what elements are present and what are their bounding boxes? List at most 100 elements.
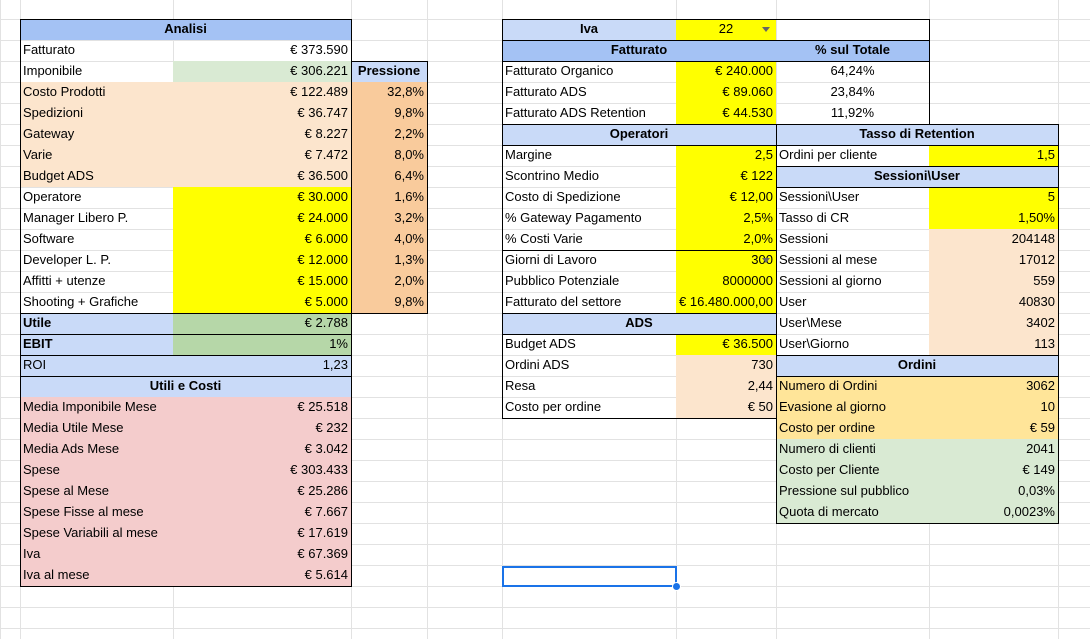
ads-label[interactable]: Costo per ordine [502,397,676,418]
operatori-header[interactable]: Operatori [502,124,776,145]
utili-costi-label[interactable]: Spese al Mese [20,481,173,502]
pressione-value[interactable]: 8,0% [351,145,427,166]
operatori-label[interactable]: Margine [502,145,676,166]
analisi-label[interactable]: Spedizioni [20,103,173,124]
operatori-value[interactable]: 2,5 [676,145,776,166]
giorni-dropdown[interactable]: 300 [676,250,776,271]
utili-costi-value[interactable]: € 67.369 [173,544,351,565]
analisi-label[interactable]: EBIT [20,334,173,355]
analisi-value[interactable]: € 36.500 [173,166,351,187]
iva-dropdown[interactable]: 22 [676,19,776,40]
operatori-label[interactable]: Giorni di Lavoro [502,250,676,271]
operatori-label[interactable]: Fatturato del settore [502,292,676,313]
analisi-value[interactable]: € 30.000 [173,187,351,208]
analisi-header[interactable]: Analisi [20,19,351,40]
totale-header[interactable]: % sul Totale [776,40,929,61]
ordini-label[interactable]: Evasione al giorno [776,397,929,418]
sessioni-label[interactable]: Tasso di CR [776,208,929,229]
fatturato-label[interactable]: Fatturato ADS Retention [502,103,676,124]
utili-costi-header[interactable]: Utili e Costi [20,376,351,397]
pressione-value[interactable]: 3,2% [351,208,427,229]
utili-costi-label[interactable]: Media Ads Mese [20,439,173,460]
sessioni-value[interactable]: 113 [929,334,1058,355]
analisi-value[interactable]: 1,23 [173,355,351,376]
operatori-value[interactable]: 2,5% [676,208,776,229]
analisi-value[interactable]: 1% [173,334,351,355]
pressione-value[interactable]: 2,2% [351,124,427,145]
fatturato-pct[interactable]: 64,24% [776,61,929,82]
utili-costi-value[interactable]: € 17.619 [173,523,351,544]
sessioni-value[interactable]: 559 [929,271,1058,292]
analisi-value[interactable]: € 373.590 [173,40,351,61]
ordini-value[interactable]: 2041 [929,439,1058,460]
ordini-label[interactable]: Numero di Ordini [776,376,929,397]
utili-costi-value[interactable]: € 25.286 [173,481,351,502]
sessioni-value[interactable]: 3402 [929,313,1058,334]
operatori-value[interactable]: 2,0% [676,229,776,250]
retention-label[interactable]: Ordini per cliente [776,145,929,166]
chevron-down-icon[interactable] [762,27,770,32]
sessioni-value[interactable]: 204148 [929,229,1058,250]
operatori-value[interactable]: 8000000 [676,271,776,292]
ads-value[interactable]: 730 [676,355,776,376]
fill-handle[interactable] [672,582,681,591]
retention-value[interactable]: 1,5 [929,145,1058,166]
operatori-value[interactable]: € 122 [676,166,776,187]
analisi-value[interactable]: € 7.472 [173,145,351,166]
pressione-value[interactable]: 1,3% [351,250,427,271]
ordini-value[interactable]: € 149 [929,460,1058,481]
utili-costi-label[interactable]: Media Imponibile Mese [20,397,173,418]
utili-costi-value[interactable]: € 303.433 [173,460,351,481]
sessioni-header[interactable]: Sessioni\User [776,166,1058,187]
sessioni-label[interactable]: Sessioni [776,229,929,250]
ads-value[interactable]: € 50 [676,397,776,418]
sessioni-value[interactable]: 1,50% [929,208,1058,229]
analisi-label[interactable]: Costo Prodotti [20,82,173,103]
ordini-label[interactable]: Costo per Cliente [776,460,929,481]
fatturato-value[interactable]: € 240.000 [676,61,776,82]
analisi-label[interactable]: Budget ADS [20,166,173,187]
pressione-value[interactable]: 4,0% [351,229,427,250]
fatturato-pct[interactable]: 11,92% [776,103,929,124]
spreadsheet-grid[interactable]: Analisi Fatturato € 373.590 Imponibile € 306… [0,0,1090,639]
selected-cell[interactable] [502,566,677,587]
analisi-value[interactable]: € 6.000 [173,229,351,250]
pressione-value[interactable]: 32,8% [351,82,427,103]
utili-costi-label[interactable]: Iva [20,544,173,565]
sessioni-value[interactable]: 17012 [929,250,1058,271]
ordini-label[interactable]: Costo per ordine [776,418,929,439]
analisi-value[interactable]: € 122.489 [173,82,351,103]
ads-label[interactable]: Resa [502,376,676,397]
ads-value[interactable]: € 36.500 [676,334,776,355]
pressione-value[interactable]: 9,8% [351,292,427,313]
analisi-label[interactable]: ROI [20,355,173,376]
pressione-value[interactable]: 1,6% [351,187,427,208]
ordini-value[interactable]: 0,0023% [929,502,1058,523]
sessioni-label[interactable]: Sessioni al giorno [776,271,929,292]
analisi-label[interactable]: Developer L. P. [20,250,173,271]
fatturato-label[interactable]: Fatturato ADS [502,82,676,103]
analisi-label[interactable]: Fatturato [20,40,173,61]
chevron-down-icon[interactable] [762,258,770,263]
sessioni-label[interactable]: User\Mese [776,313,929,334]
ordini-value[interactable]: 0,03% [929,481,1058,502]
ordini-value[interactable]: 3062 [929,376,1058,397]
analisi-label[interactable]: Software [20,229,173,250]
analisi-value[interactable]: € 5.000 [173,292,351,313]
ordini-header[interactable]: Ordini [776,355,1058,376]
ads-label[interactable]: Budget ADS [502,334,676,355]
sessioni-label[interactable]: Sessioni\User [776,187,929,208]
pressione-value[interactable]: 6,4% [351,166,427,187]
utili-costi-value[interactable]: € 7.667 [173,502,351,523]
ads-header[interactable]: ADS [502,313,776,334]
fatturato-header[interactable]: Fatturato [502,40,776,61]
operatori-value[interactable]: € 12,00 [676,187,776,208]
analisi-label[interactable]: Manager Libero P. [20,208,173,229]
analisi-label[interactable]: Gateway [20,124,173,145]
analisi-value[interactable]: € 8.227 [173,124,351,145]
utili-costi-label[interactable]: Media Utile Mese [20,418,173,439]
analisi-label[interactable]: Utile [20,313,173,334]
sessioni-label[interactable]: User [776,292,929,313]
analisi-value[interactable]: € 2.788 [173,313,351,334]
sessioni-label[interactable]: User\Giorno [776,334,929,355]
